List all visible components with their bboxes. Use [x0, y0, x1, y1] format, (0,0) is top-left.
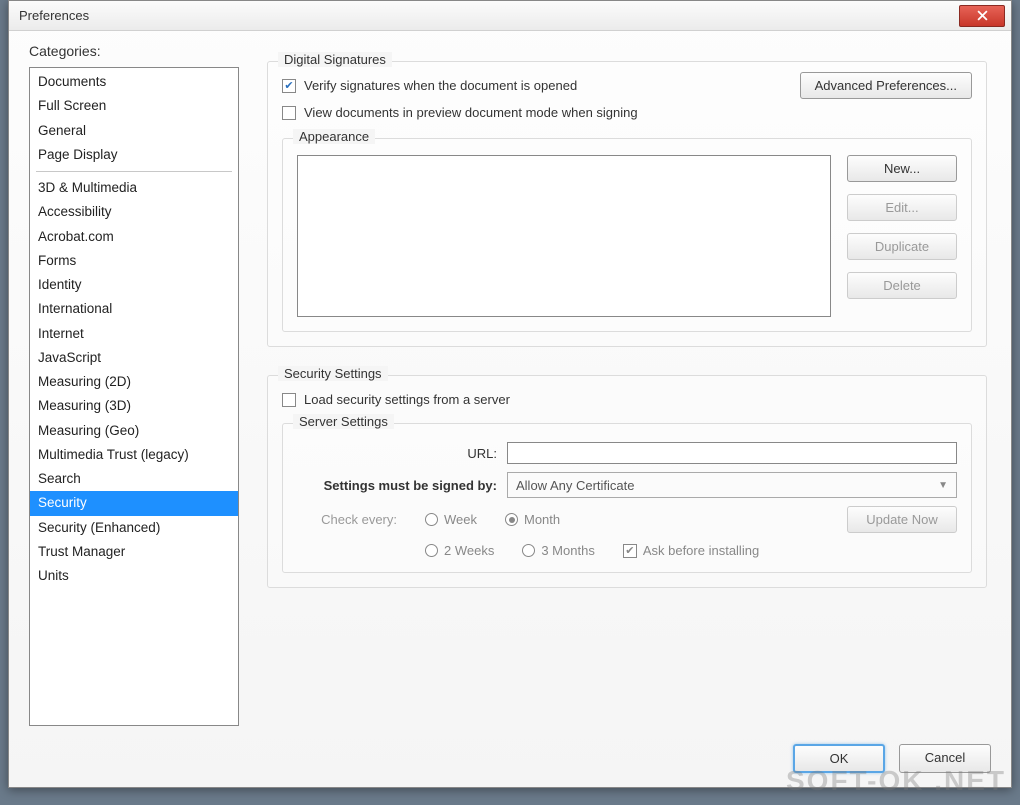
list-item[interactable]: Internet [30, 322, 238, 346]
radio-3months[interactable]: 3 Months [522, 543, 594, 558]
list-item[interactable]: Identity [30, 273, 238, 297]
verify-checkbox[interactable]: ✔ [282, 79, 296, 93]
signed-by-select[interactable]: Allow Any Certificate ▼ [507, 472, 957, 498]
list-item[interactable]: Documents [30, 70, 238, 94]
digital-signatures-section: Digital Signatures ✔ Verify signatures w… [267, 61, 987, 347]
edit-button[interactable]: Edit... [847, 194, 957, 221]
security-settings-legend: Security Settings [278, 366, 388, 381]
main-row: Categories: DocumentsFull ScreenGeneralP… [29, 43, 991, 726]
radio-3months-label: 3 Months [541, 543, 594, 558]
list-item[interactable]: International [30, 297, 238, 321]
radio-month-label: Month [524, 512, 560, 527]
url-label: URL: [297, 446, 497, 461]
list-item[interactable]: Trust Manager [30, 540, 238, 564]
sidebar: Categories: DocumentsFull ScreenGeneralP… [29, 43, 239, 726]
list-item[interactable]: Measuring (3D) [30, 394, 238, 418]
radio-2weeks-label: 2 Weeks [444, 543, 494, 558]
list-item[interactable]: Measuring (2D) [30, 370, 238, 394]
list-item[interactable]: 3D & Multimedia [30, 176, 238, 200]
ask-before-label: Ask before installing [643, 543, 759, 558]
list-item[interactable]: General [30, 119, 238, 143]
server-settings-legend: Server Settings [293, 414, 394, 429]
appearance-listbox[interactable] [297, 155, 831, 317]
list-item[interactable]: Security [30, 491, 238, 515]
list-item[interactable]: Search [30, 467, 238, 491]
list-item[interactable]: Accessibility [30, 200, 238, 224]
list-item[interactable]: Forms [30, 249, 238, 273]
radio-2weeks[interactable]: 2 Weeks [425, 543, 494, 558]
new-button[interactable]: New... [847, 155, 957, 182]
dialog-footer: OK Cancel [29, 744, 991, 773]
view-preview-checkbox[interactable] [282, 106, 296, 120]
load-settings-label: Load security settings from a server [304, 392, 510, 407]
list-item[interactable]: Units [30, 564, 238, 588]
url-input[interactable] [507, 442, 957, 464]
window-body: Categories: DocumentsFull ScreenGeneralP… [9, 31, 1011, 787]
ok-button[interactable]: OK [793, 744, 885, 773]
verify-row: ✔ Verify signatures when the document is… [282, 72, 972, 99]
list-item[interactable]: Measuring (Geo) [30, 419, 238, 443]
appearance-section: Appearance New... Edit... Duplicate Dele… [282, 138, 972, 332]
categories-label: Categories: [29, 43, 239, 59]
list-item[interactable]: Multimedia Trust (legacy) [30, 443, 238, 467]
view-preview-label: View documents in preview document mode … [304, 105, 638, 120]
load-settings-checkbox[interactable] [282, 393, 296, 407]
categories-listbox[interactable]: DocumentsFull ScreenGeneralPage Display 3… [29, 67, 239, 726]
chevron-down-icon: ▼ [938, 480, 948, 491]
delete-button[interactable]: Delete [847, 272, 957, 299]
advanced-preferences-button[interactable]: Advanced Preferences... [800, 72, 972, 99]
radio-week-label: Week [444, 512, 477, 527]
duplicate-button[interactable]: Duplicate [847, 233, 957, 260]
signed-by-value: Allow Any Certificate [516, 478, 635, 493]
list-separator [36, 171, 232, 172]
appearance-legend: Appearance [293, 129, 375, 144]
list-item[interactable]: Security (Enhanced) [30, 516, 238, 540]
cancel-button[interactable]: Cancel [899, 744, 991, 773]
update-now-button[interactable]: Update Now [847, 506, 957, 533]
radio-week[interactable]: Week [425, 512, 477, 527]
window-title: Preferences [19, 8, 959, 23]
check-every-label: Check every: [317, 512, 397, 527]
server-settings-section: Server Settings URL: Settings must be si… [282, 423, 972, 573]
list-item[interactable]: JavaScript [30, 346, 238, 370]
preferences-window: Preferences Categories: DocumentsFull Sc… [8, 0, 1012, 788]
list-item[interactable]: Page Display [30, 143, 238, 167]
radio-month[interactable]: Month [505, 512, 560, 527]
content-area: Digital Signatures ✔ Verify signatures w… [267, 43, 991, 726]
list-item[interactable]: Acrobat.com [30, 225, 238, 249]
verify-label: Verify signatures when the document is o… [304, 78, 577, 93]
ask-before-row[interactable]: ✔ Ask before installing [623, 543, 759, 558]
digital-signatures-legend: Digital Signatures [278, 52, 392, 67]
security-settings-section: Security Settings Load security settings… [267, 375, 987, 588]
close-icon [977, 10, 988, 21]
signed-by-label: Settings must be signed by: [297, 478, 497, 493]
close-button[interactable] [959, 5, 1005, 27]
titlebar: Preferences [9, 1, 1011, 31]
list-item[interactable]: Full Screen [30, 94, 238, 118]
